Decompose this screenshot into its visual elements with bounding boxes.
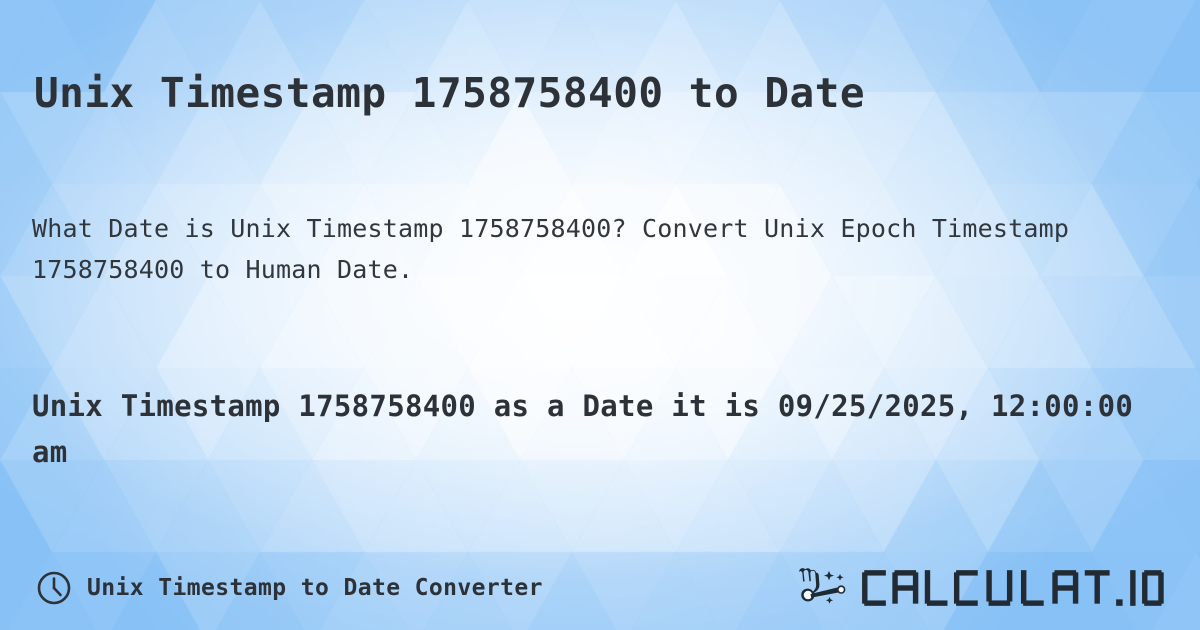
site-logo[interactable]	[791, 566, 1164, 610]
clock-icon	[36, 570, 72, 606]
page-container: Unix Timestamp 1758758400 to Date What D…	[0, 0, 1200, 630]
footer: Unix Timestamp to Date Converter	[0, 546, 1200, 630]
page-title: Unix Timestamp 1758758400 to Date	[34, 69, 866, 118]
magic-wand-hand-icon	[791, 566, 853, 610]
page-description: What Date is Unix Timestamp 1758758400? …	[32, 214, 1070, 285]
footer-brand-left: Unix Timestamp to Date Converter	[36, 570, 543, 606]
conversion-result: Unix Timestamp 1758758400 as a Date it i…	[32, 389, 1134, 469]
footer-label: Unix Timestamp to Date Converter	[87, 575, 543, 601]
brand-wordmark	[861, 568, 1164, 608]
